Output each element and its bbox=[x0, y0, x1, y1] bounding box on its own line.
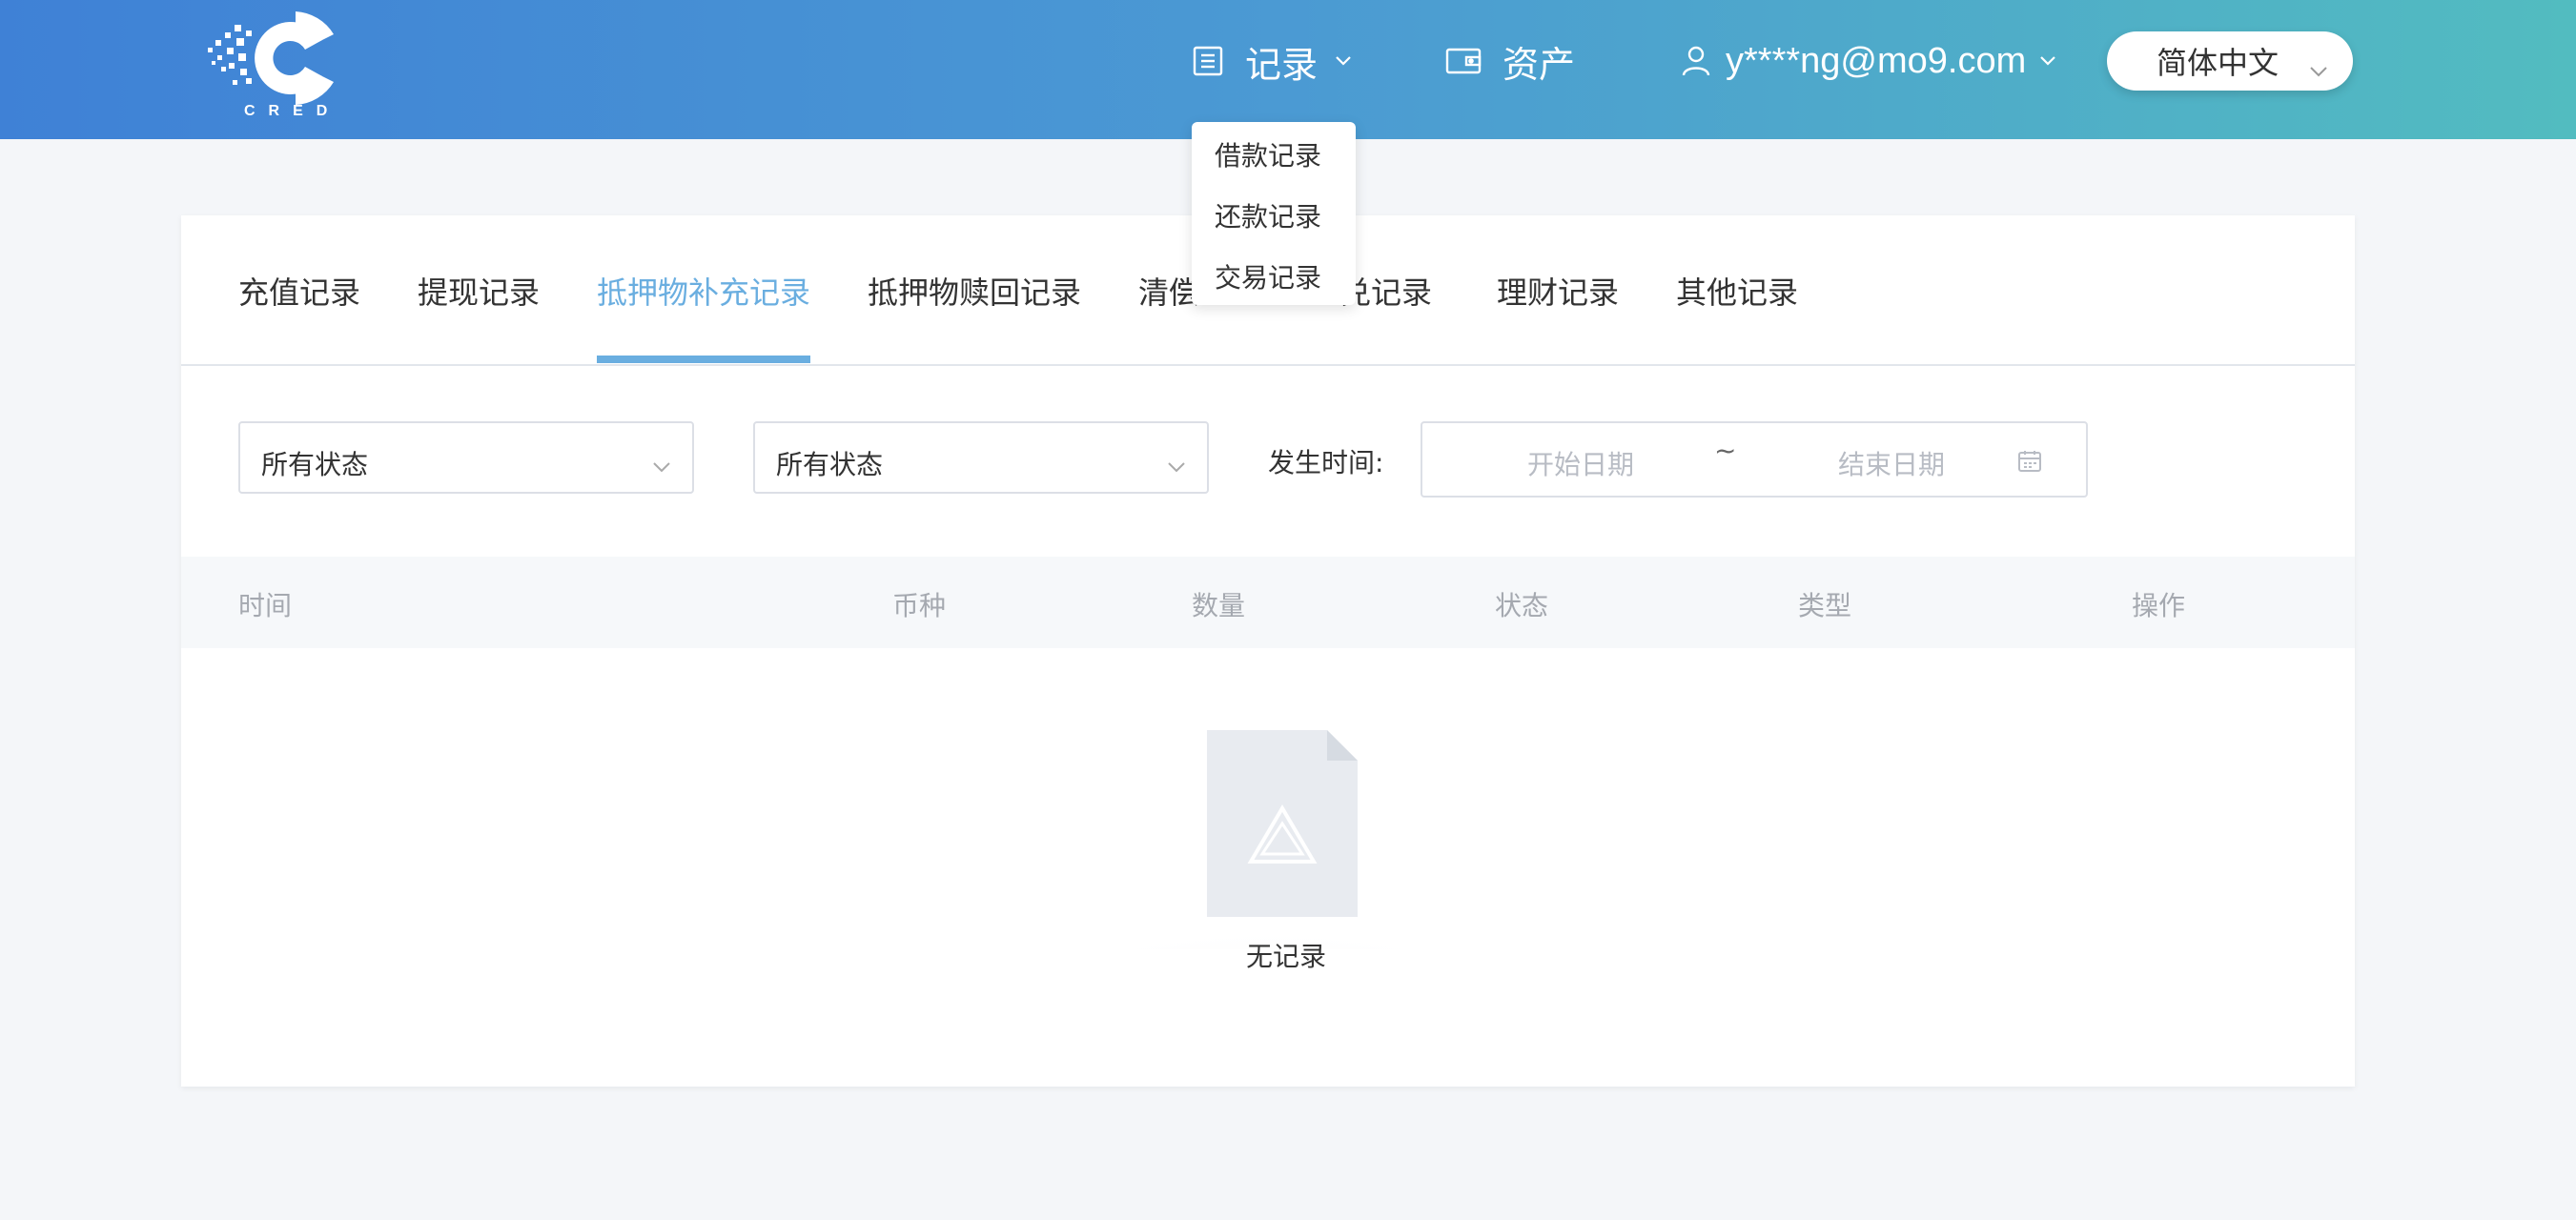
tab-withdraw[interactable]: 提现记录 bbox=[418, 269, 540, 313]
records-dropdown-menu: 借款记录 还款记录 交易记录 bbox=[1192, 122, 1356, 305]
tab-collateral-add[interactable]: 抵押物补充记录 bbox=[597, 269, 810, 313]
nav-records-label: 记录 bbox=[1245, 43, 1319, 86]
column-type: 类型 bbox=[1798, 590, 1852, 621]
chevron-down-icon bbox=[1335, 55, 1352, 67]
date-range-picker[interactable]: 开始日期 ~ 结束日期 bbox=[1421, 421, 2088, 498]
empty-state-text: 无记录 bbox=[1246, 941, 1327, 972]
nav-assets[interactable]: 资产 bbox=[1445, 38, 1575, 86]
range-separator: ~ bbox=[1714, 435, 1737, 466]
language-selector[interactable]: 简体中文 bbox=[2107, 31, 2353, 91]
chevron-down-icon bbox=[2309, 51, 2328, 87]
empty-document-icon bbox=[1058, 702, 1478, 997]
chevron-down-icon bbox=[2039, 55, 2056, 67]
nav-assets-label: 资产 bbox=[1503, 43, 1576, 86]
menu-item-loan-records[interactable]: 借款记录 bbox=[1215, 135, 1321, 173]
logo-wordmark: CRED bbox=[244, 103, 341, 119]
status-select-2-value: 所有状态 bbox=[776, 449, 884, 480]
chevron-down-icon bbox=[652, 450, 671, 481]
tab-wealth[interactable]: 理财记录 bbox=[1497, 269, 1619, 313]
start-date-input[interactable]: 开始日期 bbox=[1527, 444, 1634, 482]
chevron-down-icon bbox=[1167, 450, 1186, 481]
list-icon bbox=[1192, 45, 1224, 77]
wallet-icon bbox=[1445, 47, 1482, 75]
table-header: 时间 币种 数量 状态 类型 操作 bbox=[181, 557, 2355, 648]
time-filter-label: 发生时间: bbox=[1268, 447, 1384, 478]
tab-liquidation[interactable]: 清偿 bbox=[1138, 269, 1199, 313]
tab-collateral-redeem[interactable]: 抵押物赎回记录 bbox=[868, 269, 1081, 313]
menu-item-trade-records[interactable]: 交易记录 bbox=[1215, 257, 1321, 295]
user-email: y****ng@mo9.com bbox=[1726, 40, 2027, 81]
status-select-1[interactable]: 所有状态 bbox=[238, 421, 694, 494]
nav-records[interactable]: 记录 bbox=[1192, 38, 1352, 86]
user-menu[interactable]: y****ng@mo9.com bbox=[1682, 38, 2056, 84]
end-date-input[interactable]: 结束日期 bbox=[1838, 444, 1945, 482]
status-select-2[interactable]: 所有状态 bbox=[753, 421, 1209, 494]
column-currency: 币种 bbox=[892, 590, 947, 621]
tab-deposit[interactable]: 充值记录 bbox=[238, 269, 360, 313]
language-label: 简体中文 bbox=[2157, 45, 2280, 81]
user-icon bbox=[1682, 45, 1710, 77]
active-tab-indicator bbox=[597, 356, 810, 363]
menu-item-repayment-records[interactable]: 还款记录 bbox=[1215, 196, 1321, 234]
calendar-icon bbox=[2017, 448, 2042, 479]
column-status: 状态 bbox=[1495, 590, 1549, 621]
records-card: 充值记录 提现记录 抵押物补充记录 抵押物赎回记录 清偿 兑记录 理财记录 其他… bbox=[181, 215, 2355, 1087]
tab-other[interactable]: 其他记录 bbox=[1676, 269, 1798, 313]
column-amount: 数量 bbox=[1192, 590, 1246, 621]
column-action: 操作 bbox=[2132, 590, 2186, 621]
top-header: CRED 记录 资产 y****ng@mo9.com 简体中文 bbox=[0, 0, 2576, 139]
column-time: 时间 bbox=[238, 590, 293, 621]
status-select-1-value: 所有状态 bbox=[261, 449, 369, 480]
